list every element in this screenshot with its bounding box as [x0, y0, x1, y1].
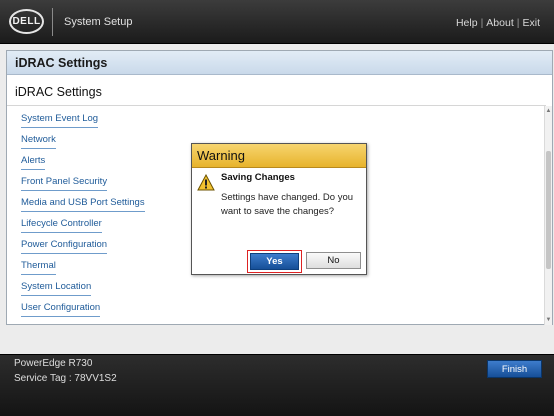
warning-icon [197, 174, 215, 191]
service-tag-label: Service Tag : [14, 373, 72, 384]
dialog-header: Warning [192, 144, 366, 168]
service-tag-value: 78VV1S2 [74, 373, 117, 384]
warning-dialog: Warning Saving Changes Settings have cha… [191, 143, 367, 275]
dialog-message: Settings have changed. Do you want to sa… [221, 192, 354, 217]
menu-item-alerts[interactable]: Alerts [21, 155, 46, 170]
top-bar: DELL System Setup Help | About | Exit [0, 0, 554, 44]
no-button[interactable]: No [306, 252, 361, 269]
app-title: System Setup [64, 16, 133, 28]
menu-item-system-location[interactable]: System Location [21, 281, 92, 296]
menu-item-user-configuration[interactable]: User Configuration [21, 302, 101, 317]
section-title: iDRAC Settings [15, 85, 102, 99]
panel-title: iDRAC Settings [15, 56, 108, 70]
finish-button[interactable]: Finish [487, 360, 542, 378]
menu-item-network[interactable]: Network [21, 134, 56, 149]
menu-item-thermal[interactable]: Thermal [21, 260, 56, 275]
menu-item-lifecycle-controller[interactable]: Lifecycle Controller [21, 218, 102, 233]
scroll-down-icon[interactable]: ▼ [545, 315, 552, 325]
link-separator: | [480, 17, 484, 29]
header-links: Help | About | Exit [456, 17, 540, 29]
menu-item-power-configuration[interactable]: Power Configuration [21, 239, 108, 254]
scroll-up-icon[interactable]: ▲ [545, 106, 552, 116]
system-model: PowerEdge R730 [14, 358, 93, 369]
dell-logo: DELL [9, 9, 44, 34]
dialog-title: Warning [197, 148, 245, 163]
scrollbar-thumb[interactable] [546, 151, 551, 269]
menu-item-front-panel-security[interactable]: Front Panel Security [21, 176, 108, 191]
yes-button[interactable]: Yes [250, 253, 299, 270]
menu-item-media-usb-port-settings[interactable]: Media and USB Port Settings [21, 197, 145, 212]
help-link[interactable]: Help [456, 17, 478, 29]
section-divider [7, 105, 546, 106]
exit-link[interactable]: Exit [522, 17, 540, 29]
logo-text: DELL [12, 16, 41, 27]
service-tag: Service Tag : 78VV1S2 [14, 373, 117, 384]
header-divider [52, 8, 53, 36]
vertical-scrollbar[interactable]: ▲ ▼ [544, 106, 552, 325]
menu-item-system-event-log[interactable]: System Event Log [21, 113, 99, 128]
footer-bar: PowerEdge R730 Service Tag : 78VV1S2 Fin… [0, 354, 554, 416]
dialog-heading: Saving Changes [221, 172, 295, 183]
about-link[interactable]: About [486, 17, 513, 29]
yes-button-focus-outline: Yes [247, 250, 302, 273]
panel-header: iDRAC Settings [7, 51, 552, 75]
